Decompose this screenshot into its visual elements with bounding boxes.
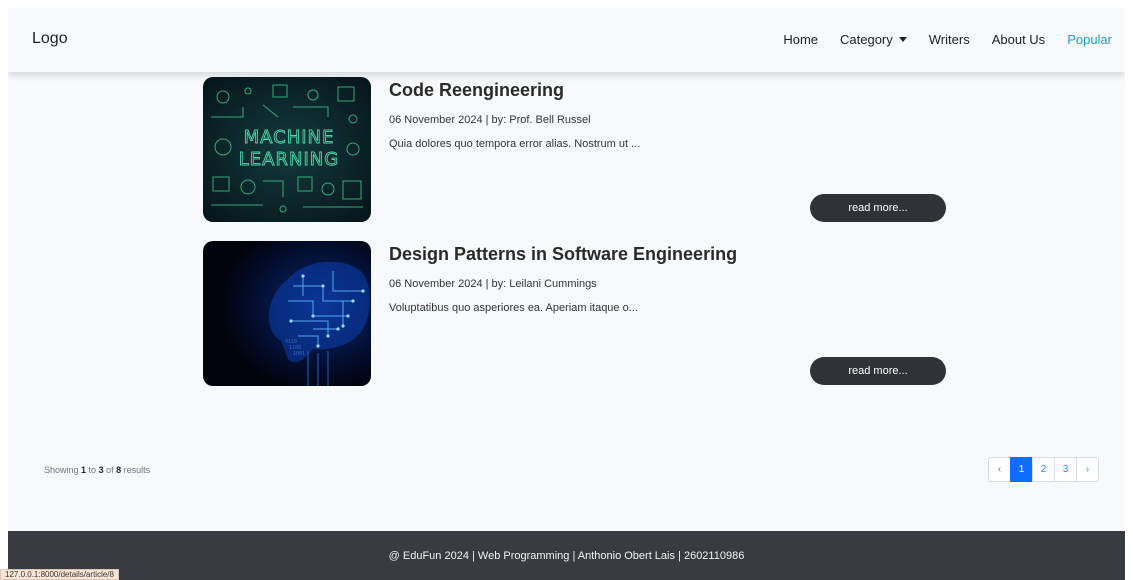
read-more-button[interactable]: read more... <box>810 194 946 222</box>
article-card: 0110 1100 1001 Design Patterns in Softwa… <box>203 241 948 386</box>
article-excerpt: Quia dolores quo tempora error alias. No… <box>389 138 641 150</box>
footer-text: @ EduFun 2024 | Web Programming | Anthon… <box>388 549 745 562</box>
pagination-page-2[interactable]: 2 <box>1032 457 1055 482</box>
status-bar-url: 127.0.0.1:8000/details/article/8 <box>0 569 119 580</box>
binary-digits: 1001 <box>293 351 305 357</box>
nav-writers[interactable]: Writers <box>929 32 970 47</box>
article-excerpt: Voluptatibus quo asperiores ea. Aperiam … <box>389 302 638 314</box>
nav-category-dropdown[interactable]: Category <box>840 32 907 47</box>
pagination: ‹ 1 2 3 › <box>988 457 1099 482</box>
logo[interactable]: Logo <box>32 30 68 48</box>
caret-down-icon <box>898 37 907 42</box>
nav-menu: Home Category Writers About Us Popular <box>761 32 1112 47</box>
article-meta: 06 November 2024 | by: Prof. Bell Russel <box>389 114 591 126</box>
article-card: MACHINE LEARNING Code Reengineering 06 N… <box>203 77 948 222</box>
pagination-page-1[interactable]: 1 <box>1010 457 1033 482</box>
circuit-brain-image: 0110 1100 1001 <box>203 241 371 386</box>
pagination-prev-button[interactable]: ‹ <box>988 457 1011 482</box>
page-container: Logo Home Category Writers About Us Popu… <box>8 8 1125 580</box>
pagination-next-button[interactable]: › <box>1076 457 1099 482</box>
read-more-button[interactable]: read more... <box>810 357 946 385</box>
results-of-word: of <box>103 465 117 475</box>
article-thumbnail[interactable]: 0110 1100 1001 <box>203 241 371 386</box>
article-title[interactable]: Code Reengineering <box>389 80 564 101</box>
image-text-top: MACHINE <box>244 127 335 148</box>
results-prefix: Showing <box>44 465 82 475</box>
navbar: Logo Home Category Writers About Us Popu… <box>8 8 1125 72</box>
results-summary: Showing 1 to 3 of 8 results <box>44 465 150 475</box>
article-meta: 06 November 2024 | by: Leilani Cummings <box>389 278 597 290</box>
machine-learning-image: MACHINE LEARNING <box>203 77 371 222</box>
nav-popular[interactable]: Popular <box>1067 32 1112 47</box>
article-title[interactable]: Design Patterns in Software Engineering <box>389 244 737 265</box>
results-suffix: results <box>121 465 151 475</box>
article-thumbnail[interactable]: MACHINE LEARNING <box>203 77 371 222</box>
footer: @ EduFun 2024 | Web Programming | Anthon… <box>8 531 1125 580</box>
image-text-bottom: LEARNING <box>239 149 339 170</box>
nav-about-us[interactable]: About Us <box>992 32 1045 47</box>
nav-category-label: Category <box>840 32 893 47</box>
results-to-word: to <box>86 465 99 475</box>
pagination-page-3[interactable]: 3 <box>1054 457 1077 482</box>
nav-home[interactable]: Home <box>783 32 818 47</box>
